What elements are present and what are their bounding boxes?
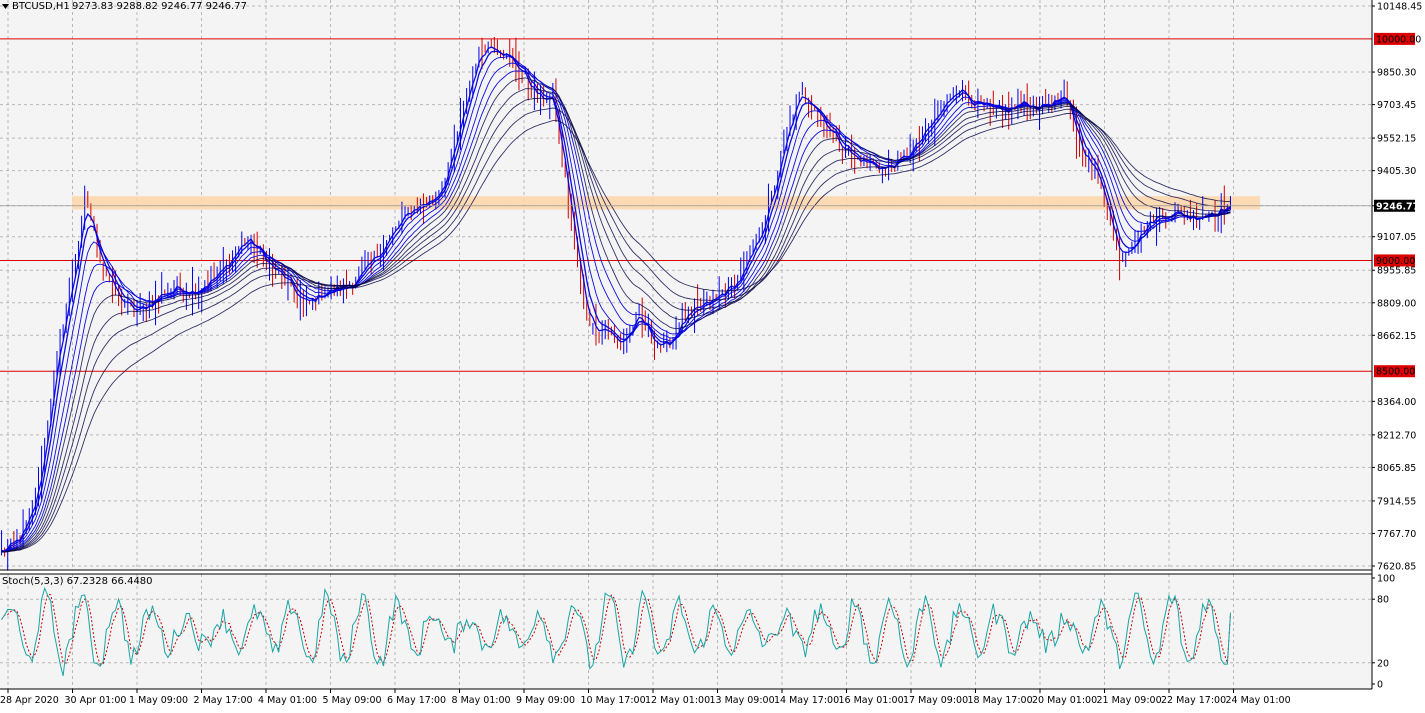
price-tick-label: 8662.15: [1377, 331, 1416, 342]
price-tick-label: 9107.05: [1377, 232, 1416, 243]
stoch-label: Stoch(5,3,3) 67.2328 66.4480: [2, 576, 153, 587]
current-price-label: 9246.77: [1376, 201, 1419, 212]
time-tick-label: 1 May 09:00: [129, 695, 188, 706]
time-tick-label: 4 May 01:00: [258, 695, 317, 706]
price-tick-label: 8809.00: [1377, 298, 1416, 309]
time-tick-label: 21 May 09:00: [1097, 695, 1162, 706]
time-tick-label: 17 May 09:00: [903, 695, 968, 706]
price-tick-label: 9850.30: [1377, 68, 1416, 79]
time-tick-label: 6 May 17:00: [387, 695, 446, 706]
time-tick-label: 13 May 09:00: [710, 695, 775, 706]
price-tick-label: 9552.15: [1377, 134, 1416, 145]
zone: [72, 196, 1260, 210]
time-tick-label: 30 Apr 01:00: [65, 695, 127, 706]
time-tick-label: 14 May 17:00: [774, 695, 839, 706]
price-tick-label: 9703.45: [1377, 100, 1416, 111]
time-tick-label: 22 May 17:00: [1161, 695, 1226, 706]
time-tick-label: 5 May 09:00: [323, 695, 382, 706]
time-tick-label: 20 May 01:00: [1032, 695, 1097, 706]
symbol-label: BTCUSD,H1: [12, 1, 70, 12]
stoch-tick-label: 0: [1377, 680, 1383, 691]
time-tick-label: 18 May 17:00: [968, 695, 1033, 706]
chart-window: 10148.45 9850.30 9703.45 9552.15 9405.30 9107…: [0, 0, 1425, 709]
price-tick-label: 7767.70: [1377, 529, 1416, 540]
time-tick-label: 28 Apr 2020: [0, 695, 59, 706]
stoch-tick-label: 80: [1377, 595, 1389, 606]
price-tick-label: 8364.00: [1377, 397, 1416, 408]
stoch-panel-background: [0, 574, 1372, 689]
price-tick-label: 8212.70: [1377, 430, 1416, 441]
time-tick-label: 24 May 01:00: [1226, 695, 1291, 706]
price-tick-label: 9405.30: [1377, 166, 1416, 177]
resistance-zone: [72, 196, 1260, 210]
time-tick-label: 2 May 17:00: [194, 695, 253, 706]
ohlc-label: 9273.83 9288.82 9246.77 9246.77: [72, 1, 247, 12]
level-price-label: 10000.00: [1376, 34, 1421, 45]
time-tick-label: 12 May 01:00: [645, 695, 710, 706]
price-tick-label: 8955.85: [1377, 266, 1416, 277]
time-tick-label: 8 May 01:00: [452, 695, 511, 706]
stoch-tick-label: 20: [1377, 658, 1389, 669]
chart-canvas[interactable]: 10148.45 9850.30 9703.45 9552.15 9405.30 9107…: [0, 0, 1425, 709]
level-price-label: 8500.00: [1376, 367, 1415, 378]
time-tick-label: 9 May 09:00: [516, 695, 575, 706]
price-tick-label: 7914.55: [1377, 496, 1416, 507]
price-tick-label: 10148.45: [1377, 2, 1422, 13]
price-tick-label: 7620.85: [1377, 562, 1416, 573]
level-price-label: 9000.00: [1376, 256, 1415, 267]
time-tick-label: 16 May 01:00: [839, 695, 904, 706]
stoch-tick-label: 100: [1377, 574, 1395, 585]
time-tick-label: 10 May 17:00: [581, 695, 646, 706]
price-tick-label: 8065.85: [1377, 463, 1416, 474]
